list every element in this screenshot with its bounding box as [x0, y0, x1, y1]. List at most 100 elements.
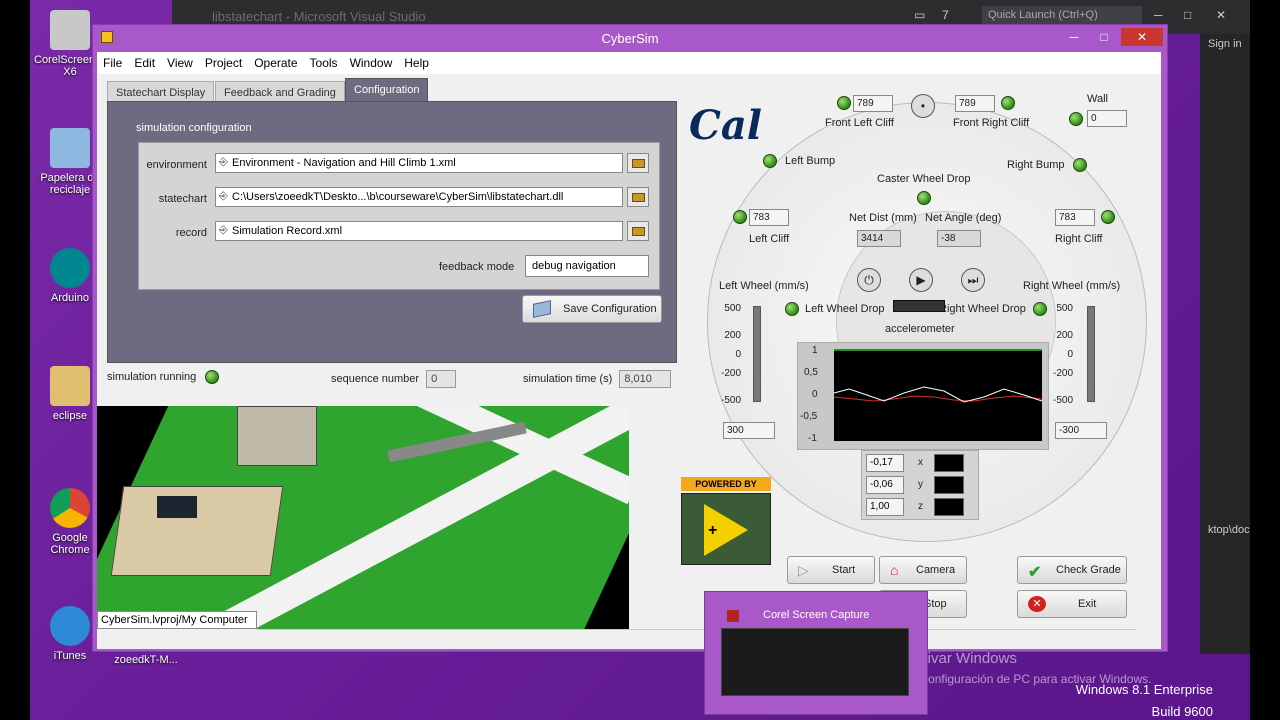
- vs-maximize-icon[interactable]: □: [1184, 8, 1191, 22]
- corel-icon: [727, 610, 739, 622]
- save-configuration-label: Save Configuration: [563, 303, 657, 315]
- sequence-number-label: sequence number: [331, 372, 420, 385]
- front-left-cliff-led: [837, 96, 851, 110]
- labview-logo: POWERED BY +: [681, 477, 771, 587]
- exit-label: Exit: [1078, 598, 1097, 610]
- accelerometer-title: accelerometer: [885, 323, 955, 335]
- left-wheel-value[interactable]: 300: [723, 422, 775, 439]
- menu-edit[interactable]: Edit: [128, 52, 161, 74]
- save-icon: [533, 300, 551, 318]
- fast-forward-icon[interactable]: ⏭: [961, 268, 985, 292]
- cal-logo: Cal: [689, 102, 762, 149]
- record-label: record: [175, 227, 207, 239]
- chrome-icon: [50, 488, 90, 528]
- play-icon[interactable]: ▶: [909, 268, 933, 292]
- sequence-number: sequence number 0: [331, 370, 457, 388]
- net-angle-value: -38: [937, 230, 981, 247]
- save-configuration-button[interactable]: Save Configuration: [522, 295, 662, 323]
- desktop-icon-file[interactable]: zoeedkT-M...: [110, 654, 182, 666]
- vs-quick-launch[interactable]: Quick Launch (Ctrl+Q): [982, 6, 1142, 26]
- maximize-button[interactable]: □: [1089, 28, 1119, 46]
- front-left-cliff-value: 789: [853, 95, 893, 112]
- power-icon[interactable]: ⏻: [857, 268, 881, 292]
- check-icon: ✔: [1028, 564, 1042, 581]
- caster-wheel-drop-label: Caster Wheel Drop: [877, 173, 971, 185]
- start-icon: ▷: [798, 562, 809, 578]
- menu-bar: File Edit View Project Operate Tools Window Hel…: [97, 52, 1161, 74]
- accel-y-value: -0,06: [866, 476, 904, 494]
- 3d-simulation-view[interactable]: CyberSim.lvproj/My Computer: [97, 406, 629, 629]
- corel-screen-capture-window[interactable]: Corel Screen Capture: [704, 591, 928, 715]
- config-caption: simulation configuration: [136, 122, 252, 134]
- record-browse-button[interactable]: [627, 221, 649, 241]
- right-wheel-slider[interactable]: [1087, 306, 1095, 402]
- left-wheel-label: Left Wheel (mm/s): [719, 280, 809, 292]
- close-button[interactable]: ✕: [1121, 28, 1163, 46]
- exit-icon: ✕: [1028, 596, 1046, 612]
- accel-y-sparkline: [934, 476, 964, 494]
- environment-path[interactable]: Environment - Navigation and Hill Climb …: [215, 153, 623, 173]
- title-bar[interactable]: CyberSim ─ □ ✕: [93, 25, 1167, 51]
- vs-signin[interactable]: Sign in: [1208, 38, 1242, 50]
- vs-close-icon[interactable]: ✕: [1216, 8, 1226, 22]
- front-right-cliff-value: 789: [955, 95, 995, 112]
- minimize-button[interactable]: ─: [1059, 28, 1089, 46]
- right-wheel-value[interactable]: -300: [1055, 422, 1107, 439]
- menu-operate[interactable]: Operate: [248, 52, 303, 74]
- window-title: CyberSim: [601, 31, 659, 46]
- desktop-icon-label: Arduino: [51, 292, 89, 304]
- left-scale-0: 0: [735, 349, 741, 360]
- vs-feedback-icon[interactable]: ▭: [914, 8, 925, 22]
- menu-help[interactable]: Help: [398, 52, 435, 74]
- menu-tools[interactable]: Tools: [304, 52, 344, 74]
- accel-ytick: 0,5: [804, 367, 818, 378]
- desktop-icon-label: eclipse: [52, 410, 88, 422]
- tab-statechart-display[interactable]: Statechart Display: [107, 81, 215, 103]
- tab-feedback-grading[interactable]: Feedback and Grading: [215, 81, 345, 103]
- accel-z-value: 1,00: [866, 498, 904, 516]
- record-path[interactable]: Simulation Record.xml: [215, 221, 623, 241]
- desktop-icon-label: zoeedkT-M...: [114, 654, 178, 666]
- vs-minimize-icon[interactable]: ─: [1154, 8, 1163, 22]
- accel-ytick: 0: [812, 389, 818, 400]
- right-scale-200: 200: [1056, 330, 1073, 341]
- wall-led: [1069, 112, 1083, 126]
- menu-view[interactable]: View: [161, 52, 199, 74]
- horizontal-scrollbar[interactable]: [257, 629, 1137, 645]
- statechart-path[interactable]: C:\Users\zoeedkT\Deskto...\b\courseware\…: [215, 187, 623, 207]
- left-cliff-led: [733, 210, 747, 224]
- right-scale-500: 500: [1056, 303, 1073, 314]
- left-wheel-drop-label: Left Wheel Drop: [805, 303, 885, 315]
- sequence-number-value: 0: [426, 370, 457, 388]
- accel-z-label: z: [918, 501, 923, 512]
- left-wheel-drop-led: [785, 302, 799, 316]
- accel-x-value: -0,17: [866, 454, 904, 472]
- left-scale-neg200: -200: [720, 368, 741, 379]
- statechart-browse-button[interactable]: [627, 187, 649, 207]
- check-grade-button[interactable]: ✔ Check Grade: [1017, 556, 1127, 584]
- simulation-running: simulation running: [107, 370, 220, 384]
- configuration-panel: simulation configuration environment Env…: [107, 101, 677, 363]
- menu-file[interactable]: File: [97, 52, 128, 74]
- front-left-cliff-label: Front Left Cliff: [825, 117, 894, 129]
- check-grade-label: Check Grade: [1056, 564, 1121, 576]
- exit-button[interactable]: ✕ Exit: [1017, 590, 1127, 618]
- robot-center-icon: •: [911, 94, 935, 118]
- simulation-running-led: [205, 370, 220, 384]
- vs-title: libstatechart - Microsoft Visual Studio: [212, 9, 426, 24]
- left-bump-label: Left Bump: [785, 155, 836, 167]
- feedback-mode-label: feedback mode: [439, 261, 515, 273]
- camera-button[interactable]: ⌂ Camera: [879, 556, 967, 584]
- vs-notification-count[interactable]: 7: [942, 8, 949, 22]
- wall-label: Wall: [1087, 93, 1108, 105]
- menu-window[interactable]: Window: [344, 52, 399, 74]
- accelerometer-plot: [834, 349, 1042, 441]
- menu-project[interactable]: Project: [199, 52, 248, 74]
- left-wheel-slider[interactable]: [753, 306, 761, 402]
- feedback-mode-select[interactable]: debug navigation: [525, 255, 649, 277]
- folder-icon: [50, 366, 90, 406]
- start-button[interactable]: ▷ Start: [787, 556, 875, 584]
- environment-browse-button[interactable]: [627, 153, 649, 173]
- front-panel: Statechart Display Feedback and Grading …: [97, 74, 1161, 649]
- accel-x-sparkline: [934, 454, 964, 472]
